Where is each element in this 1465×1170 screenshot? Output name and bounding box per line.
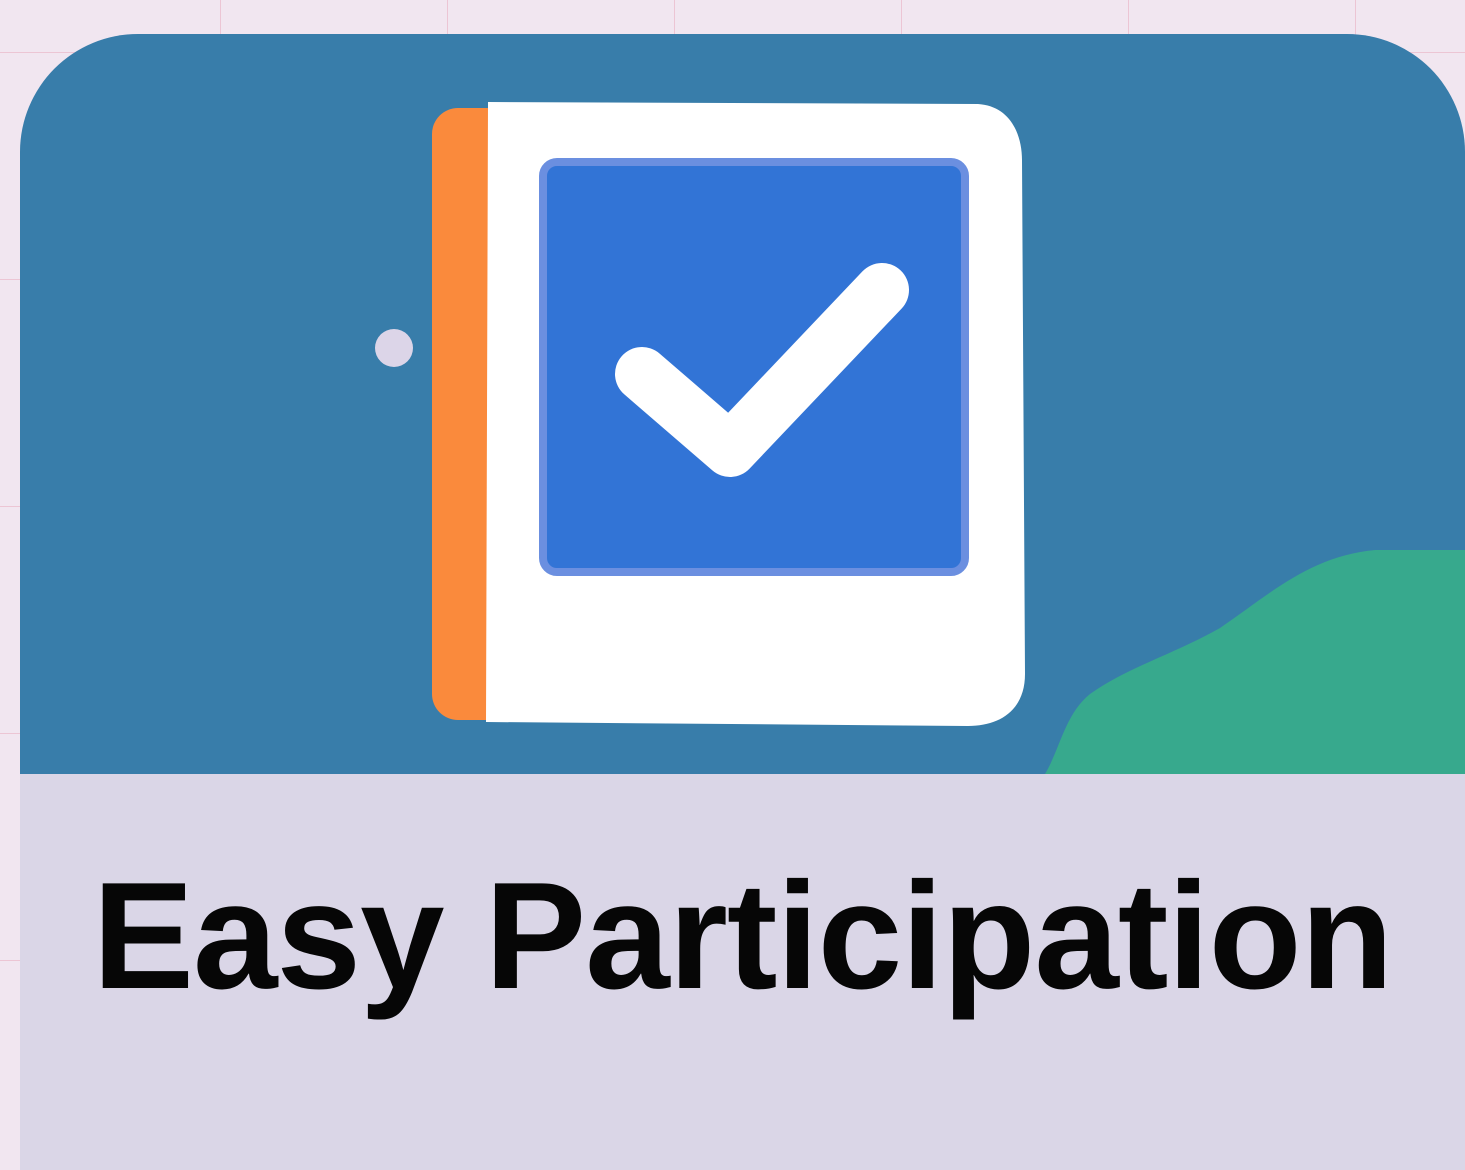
card-illustration xyxy=(20,34,1465,774)
floating-dot xyxy=(375,329,413,367)
card-title: Easy Participation xyxy=(20,774,1465,1170)
hill-shape xyxy=(1045,550,1465,774)
card-title-text: Easy Participation xyxy=(92,851,1394,1021)
checkbox-icon xyxy=(539,158,969,576)
illustration-svg xyxy=(375,102,1465,774)
feature-card[interactable]: Easy Participation xyxy=(20,34,1465,1170)
